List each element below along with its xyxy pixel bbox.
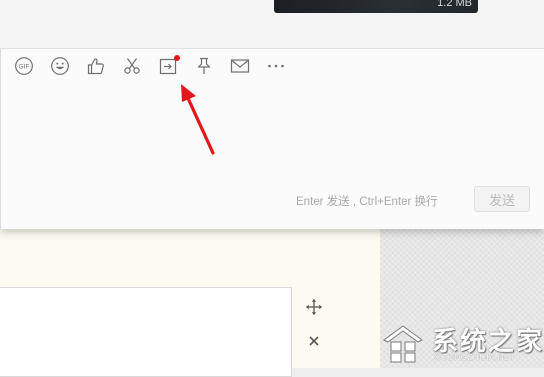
gif-icon: GIF	[15, 57, 33, 75]
emoji-icon	[51, 57, 69, 75]
pin-icon	[197, 57, 211, 74]
svg-text:GIF: GIF	[19, 64, 30, 71]
gif-button[interactable]: GIF	[13, 56, 35, 76]
send-button[interactable]: 发送	[474, 186, 530, 212]
scissors-icon	[124, 58, 140, 74]
more-icon	[268, 64, 284, 68]
message-input-panel[interactable]: GIF Enter 发送 , Ctrl+Enter 换行 发送	[0, 49, 544, 229]
watermark-subtitle: XITONGZHIJIA.NET	[434, 353, 516, 362]
document-page[interactable]	[0, 287, 292, 377]
share-screen-button[interactable]	[157, 55, 180, 76]
notification-dot	[174, 55, 180, 61]
watermark-logo-icon	[383, 325, 423, 363]
move-icon	[306, 299, 322, 315]
pin-button[interactable]	[193, 56, 215, 76]
video-size: 1.2 MB	[437, 0, 472, 9]
annotation-arrow	[181, 84, 215, 155]
close-icon	[309, 336, 319, 346]
move-button[interactable]	[302, 295, 326, 319]
messages-area: 1.2 MB	[0, 0, 544, 49]
watermark: 系统之家 XITONGZHIJIA.NET	[372, 318, 544, 368]
close-button[interactable]	[302, 329, 326, 353]
emoji-button[interactable]	[49, 56, 71, 76]
chat-toolbar: GIF	[13, 55, 301, 76]
chat-window: 1.2 MB GIF Enter 发送 , Ctrl+Enter 换行 发送	[0, 0, 544, 229]
video-message[interactable]: 1.2 MB	[274, 0, 478, 13]
send-hint: Enter 发送 , Ctrl+Enter 换行	[296, 196, 438, 208]
thumbs-up-icon	[87, 58, 104, 75]
screenshot-button[interactable]	[121, 56, 143, 76]
document-area	[0, 229, 380, 377]
more-button[interactable]	[265, 56, 287, 76]
mail-button[interactable]	[229, 56, 251, 76]
mail-icon	[230, 59, 250, 73]
side-tools	[302, 295, 326, 363]
like-button[interactable]	[85, 56, 107, 76]
